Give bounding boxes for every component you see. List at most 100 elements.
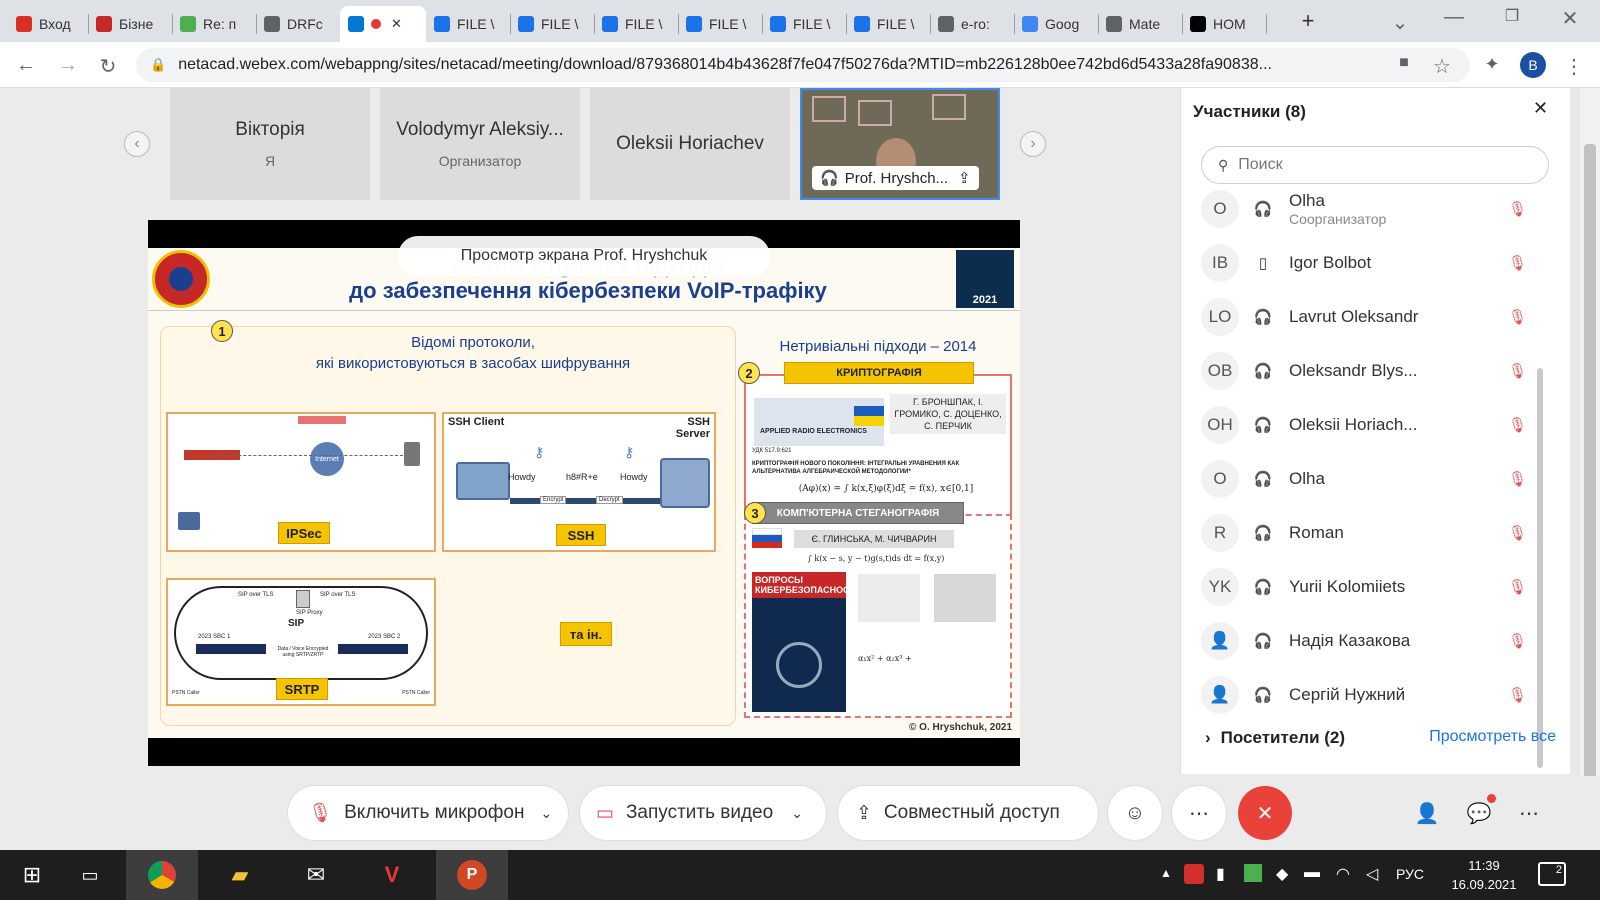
start-video-button[interactable]: ▭ Запустить видео ⌄ [580,786,826,840]
ssh-label: SSH [556,524,606,546]
volume-icon[interactable]: ◁ [1366,864,1378,884]
sip-tls-label: SIP over TLS [238,592,274,598]
panel-more-icon[interactable]: ⋯ [1502,786,1556,840]
shared-screen: 2021 Аналіз існуючих підходів до забезпе… [148,220,1020,766]
participant-info: Oleksandr Blys... [1289,361,1508,381]
file-icon [518,16,534,32]
visitors-toggle[interactable]: › Посетители (2) [1205,728,1345,748]
browser-tab[interactable]: e-ro: [930,6,1014,42]
tab-label: FILE \ [709,16,747,32]
tray-app-icon[interactable] [1244,864,1262,882]
language-indicator[interactable]: РУС [1396,866,1424,882]
tray-mic-icon[interactable]: ▮ [1216,864,1225,884]
windows-start-icon[interactable]: ⊞ [0,850,64,900]
tray-app-icon[interactable] [1184,864,1204,884]
participant-row[interactable]: OH 🎧 Oleksii Horiach... 🎙 [1201,398,1551,452]
browser-tab[interactable]: FILE \ [762,6,846,42]
reactions-icon[interactable]: ☺ [1108,786,1162,840]
participant-row[interactable]: 👤 🎧 Сергій Нужний 🎙 [1201,668,1551,722]
browser-tab[interactable]: ✕ [340,6,426,42]
browser-menu-icon[interactable]: ⋮ [1562,54,1586,79]
task-view-icon[interactable]: ▭ [58,850,122,900]
page-scrollbar[interactable] [1580,88,1600,848]
view-all-link[interactable]: Просмотреть все [1429,728,1556,746]
participant-row[interactable]: YK 🎧 Yurii Kolomiiets 🎙 [1201,560,1551,614]
scrollbar[interactable] [1537,368,1543,768]
participant-row[interactable]: OB 🎧 Oleksandr Blys... 🎙 [1201,344,1551,398]
tiles-next-icon[interactable]: › [1020,131,1046,157]
active-speaker-tile[interactable]: 🎧 Prof. Hryshch... ⇪ [800,88,1000,200]
leave-meeting-button[interactable]: ✕ [1238,786,1292,840]
search-input[interactable] [1238,156,1519,174]
participant-row[interactable]: R 🎧 Roman 🎙 [1201,506,1551,560]
reload-icon[interactable]: ↻ [96,54,120,79]
share-button[interactable]: ⇪ Совместный доступ [838,786,1098,840]
address-bar[interactable]: 🔒 netacad.webex.com/webappng/sites/netac… [136,48,1470,82]
tab-label: FILE \ [457,16,495,32]
tab-label: FILE \ [877,16,915,32]
browser-tab[interactable]: FILE \ [594,6,678,42]
forward-icon[interactable]: → [56,54,80,77]
headset-icon: 🎧 [1253,525,1273,542]
chrome-taskbar-icon[interactable] [126,850,198,900]
browser-tab[interactable]: Mate [1098,6,1182,42]
browser-tab[interactable]: DRFc [256,6,340,42]
chat-icon[interactable]: 💬 [1452,786,1506,840]
back-icon[interactable]: ← [14,54,38,77]
participant-row[interactable]: LO 🎧 Lavrut Oleksandr 🎙 [1201,290,1551,344]
participant-row[interactable]: IB ▯ Igor Bolbot 🎙 [1201,236,1551,290]
browser-tab[interactable]: Re: п [172,6,256,42]
browser-tab[interactable]: Бізне [88,6,172,42]
tab-label: FILE \ [541,16,579,32]
wifi-icon[interactable]: ◠ [1336,864,1350,884]
clock[interactable]: 11:39 16.09.2021 [1444,856,1524,894]
browser-tab[interactable]: FILE \ [426,6,510,42]
browser-tab[interactable]: HOM [1182,6,1266,42]
more-options-icon[interactable]: ⋯ [1172,786,1226,840]
minimize-icon[interactable]: — [1442,6,1466,29]
profile-avatar[interactable]: B [1520,52,1546,78]
unmute-button[interactable]: 🎙 Включить микрофон ⌄ [288,786,568,840]
tray-shield-icon[interactable]: ◆ [1276,864,1288,884]
battery-icon[interactable]: ▬ [1304,864,1320,882]
authors-3: Є. ГЛИНСЬКА, М. ЧИЧВАРИН [794,530,954,548]
browser-tab[interactable]: Goog [1014,6,1098,42]
close-tab-icon[interactable]: ✕ [391,16,402,32]
file-icon [770,16,786,32]
restore-icon[interactable]: ❐ [1500,6,1524,26]
emblem-logo [152,250,210,308]
tiles-prev-icon[interactable]: ‹ [124,131,150,157]
tray-expand-icon[interactable]: ▲ [1160,866,1172,880]
camera-blocked-icon[interactable]: ■ [1392,54,1416,72]
new-tab-button[interactable]: + [1296,8,1320,34]
mail-icon[interactable]: ✉ [284,850,348,900]
participant-name: Надія Казакова [1289,631,1411,650]
browser-tab[interactable]: FILE \ [510,6,594,42]
extensions-icon[interactable]: ✦ [1480,54,1504,75]
notifications-icon[interactable]: 2 [1538,862,1566,886]
others-label: та ін. [560,622,612,646]
close-window-icon[interactable]: ✕ [1558,6,1582,31]
bookmark-star-icon[interactable]: ☆ [1430,54,1454,79]
participant-row[interactable]: O 🎧 Olha 🎙 [1201,452,1551,506]
close-panel-icon[interactable]: ✕ [1533,98,1548,119]
participants-search[interactable]: ⚲ [1201,146,1549,184]
browser-tab[interactable]: Вход [8,6,88,42]
participant-tile[interactable]: Volodymyr Aleksiy... Организатор [380,88,580,200]
participants-icon[interactable]: 👤 [1400,786,1454,840]
powerpoint-icon[interactable]: P [436,850,508,900]
browser-tab[interactable]: FILE \ [846,6,930,42]
participant-tile[interactable]: Oleksii Horiachev [590,88,790,200]
participant-row[interactable]: 👤 🎧 Надія Казакова 🎙 [1201,614,1551,668]
chevron-right-icon: › [1205,728,1211,747]
tab-search-icon[interactable]: ⌄ [1388,10,1412,35]
app-v-icon[interactable]: V [360,850,424,900]
internet-cloud: Internet [310,442,344,476]
file-explorer-icon[interactable]: ▰ [208,850,272,900]
participant-name: Yurii Kolomiiets [1289,577,1406,596]
file-icon [602,16,618,32]
close-icon: ✕ [1256,802,1274,825]
participant-row[interactable]: O 🎧 Olha Соорганизатор 🎙 [1201,190,1551,236]
browser-tab[interactable]: FILE \ [678,6,762,42]
participant-tile[interactable]: Вікторія Я [170,88,370,200]
